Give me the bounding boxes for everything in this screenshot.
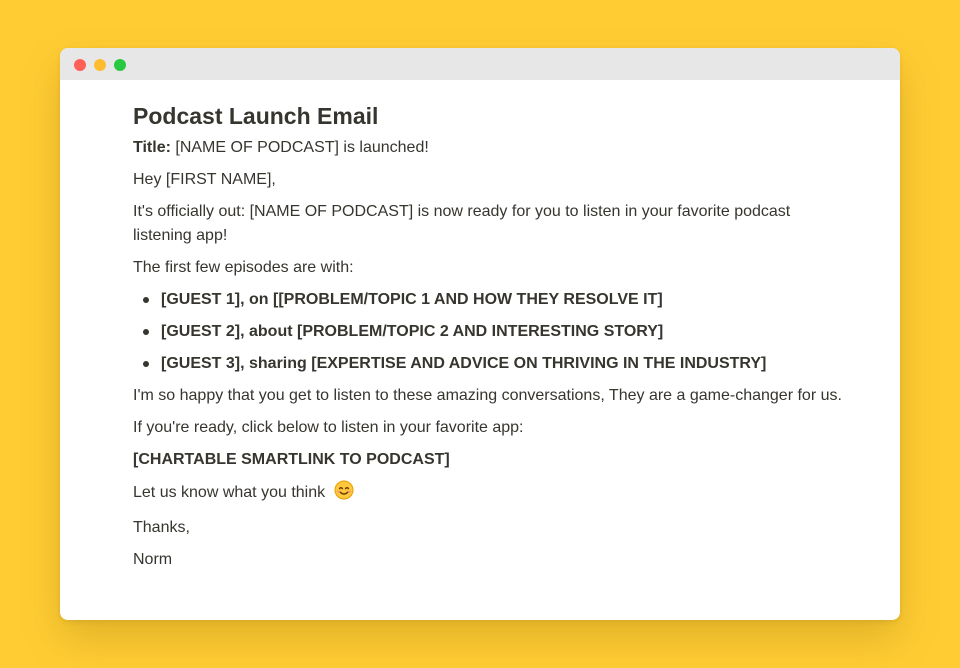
- title-value: [NAME OF PODCAST] is launched!: [170, 139, 429, 156]
- list-item: [GUEST 1], on [[PROBLEM/TOPIC 1 AND HOW …: [133, 288, 845, 312]
- signature-text: Norm: [133, 551, 173, 568]
- list-item-text: [GUEST 1], on [[PROBLEM/TOPIC 1 AND HOW …: [161, 291, 663, 308]
- intro-text: It's officially out: [NAME OF PODCAST] i…: [133, 203, 791, 244]
- page-title: Podcast Launch Email: [133, 103, 379, 129]
- bullet-icon: [143, 361, 149, 367]
- app-window: Podcast Launch Email Title: [NAME OF POD…: [60, 48, 900, 620]
- email-title-line: Title: [NAME OF PODCAST] is launched!: [133, 136, 845, 160]
- episodes-intro-text: The first few episodes are with:: [133, 259, 354, 276]
- smiling-face-emoji-icon: [334, 480, 354, 508]
- list-item: [GUEST 3], sharing [EXPERTISE AND ADVICE…: [133, 352, 845, 376]
- title-label: Title:: [133, 139, 171, 156]
- minimize-button[interactable]: [94, 59, 106, 71]
- list-item: [GUEST 2], about [PROBLEM/TOPIC 2 AND IN…: [133, 320, 845, 344]
- zoom-button[interactable]: [114, 59, 126, 71]
- bullet-icon: [143, 297, 149, 303]
- smartlink-placeholder: [CHARTABLE SMARTLINK TO PODCAST]: [133, 451, 450, 468]
- happy-text: I'm so happy that you get to listen to t…: [133, 387, 842, 404]
- feedback-line: Let us know what you think: [133, 480, 845, 508]
- greeting-text: Hey [FIRST NAME],: [133, 171, 276, 188]
- guest-list: [GUEST 1], on [[PROBLEM/TOPIC 1 AND HOW …: [133, 288, 845, 376]
- title-bar: [60, 48, 900, 80]
- list-item-text: [GUEST 2], about [PROBLEM/TOPIC 2 AND IN…: [161, 323, 664, 340]
- bullet-icon: [143, 329, 149, 335]
- document-body: Podcast Launch Email Title: [NAME OF POD…: [133, 100, 845, 580]
- list-item-text: [GUEST 3], sharing [EXPERTISE AND ADVICE…: [161, 355, 767, 372]
- thanks-text: Thanks,: [133, 519, 190, 536]
- close-button[interactable]: [74, 59, 86, 71]
- feedback-text: Let us know what you think: [133, 484, 326, 501]
- ready-text: If you're ready, click below to listen i…: [133, 419, 524, 436]
